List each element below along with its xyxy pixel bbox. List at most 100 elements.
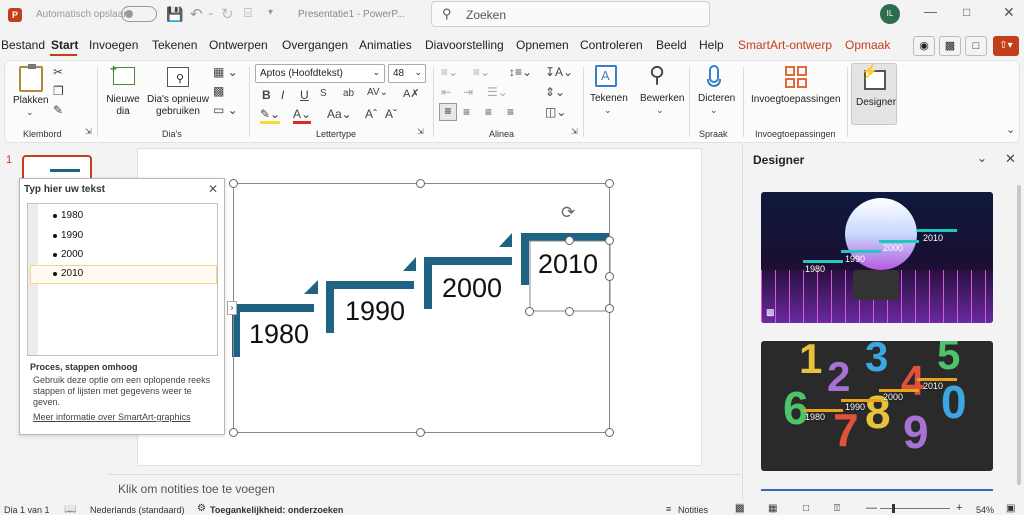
notes-toggle[interactable]: Notities [678, 505, 708, 515]
copy-icon[interactable]: ❐ [53, 84, 64, 98]
decrease-font-icon[interactable]: Aˇ [385, 107, 397, 121]
text-pane-editor[interactable]: 1980 1990 2000 2010 [27, 203, 218, 356]
design-idea-card-2[interactable]: 1 2 3 4 5 6 7 8 9 0 1980 1990 2000 2010 [761, 341, 993, 471]
tab-help[interactable]: Help [699, 38, 724, 52]
tab-overgangen[interactable]: Overgangen [282, 38, 348, 52]
bold-icon[interactable]: B [262, 88, 271, 102]
shape-handle[interactable] [605, 272, 614, 281]
design-idea-card-3[interactable] [761, 489, 993, 500]
resize-handle[interactable] [416, 179, 425, 188]
teams-button[interactable]: ▩ [939, 36, 961, 56]
resize-handle[interactable] [605, 428, 614, 437]
section-icon[interactable]: ▭ ⌄ [213, 103, 238, 117]
new-slide-button[interactable]: Nieuwe dia [105, 94, 141, 118]
shadow-icon[interactable]: ab [343, 88, 354, 99]
find-icon[interactable]: ⚲ [649, 62, 665, 88]
indent-increase-icon[interactable]: ⇥ [463, 85, 473, 99]
comments-button[interactable]: □ [965, 36, 987, 56]
clear-format-icon[interactable]: A✗ [403, 87, 420, 100]
reuse-slides-icon[interactable]: ⚲ [167, 67, 189, 87]
collapse-ribbon-icon[interactable]: ⌄ [1006, 123, 1015, 136]
designer-scrollbar[interactable] [1017, 185, 1021, 485]
justify-icon[interactable]: ≡ [507, 105, 514, 119]
underline-icon[interactable]: U [300, 88, 309, 102]
text-direction-icon[interactable]: ↧A⌄ [545, 65, 573, 79]
new-slide-icon[interactable]: + [110, 62, 135, 85]
convert-smartart-icon[interactable]: ◫⌄ [545, 105, 566, 119]
font-name-select[interactable]: Aptos (Hoofdtekst) ⌄ [255, 64, 385, 83]
indent-decrease-icon[interactable]: ⇤ [441, 85, 451, 99]
close-icon[interactable]: ✕ [208, 182, 218, 196]
zoom-level[interactable]: 54% [976, 505, 994, 515]
text-pane-toggle[interactable]: › [227, 301, 237, 315]
layout-icon[interactable]: ▦ ⌄ [213, 65, 238, 79]
tab-tekenen[interactable]: Tekenen [152, 38, 197, 52]
edit-dropdown-icon[interactable]: ⌄ [656, 105, 664, 116]
customize-qat-icon[interactable]: ▾ [268, 7, 273, 18]
format-painter-icon[interactable]: ✎ [53, 103, 63, 117]
font-size-select[interactable]: 48 ⌄ [388, 64, 426, 83]
bullets-icon[interactable]: ≡⌄ [441, 65, 458, 79]
slide-sorter-icon[interactable]: ▦ [768, 503, 777, 514]
more-info-link[interactable]: Meer informatie over SmartArt-graphics [33, 412, 191, 422]
text-item-2010[interactable]: 2010 [52, 268, 83, 279]
minimize-icon[interactable]: — [924, 4, 937, 19]
save-icon[interactable]: 💾 [166, 6, 183, 23]
paragraph-launcher-icon[interactable]: ⇲ [571, 127, 578, 136]
shape-handle[interactable] [525, 307, 534, 316]
close-icon[interactable]: ✕ [1005, 151, 1016, 167]
reuse-slides-button[interactable]: Dia's opnieuw gebruiken [144, 94, 212, 118]
close-window-icon[interactable]: ✕ [1003, 4, 1015, 21]
spelling-icon[interactable]: 📖 [64, 504, 76, 515]
align-center-icon[interactable]: ≡ [463, 105, 470, 119]
italic-icon[interactable]: I [281, 88, 284, 102]
char-spacing-icon[interactable]: AV⌄ [367, 87, 388, 98]
language-status[interactable]: Nederlands (standaard) [90, 505, 185, 515]
tab-start[interactable]: Start [51, 38, 78, 52]
designer-button[interactable]: ⚡ Designer [851, 63, 897, 125]
draw-dropdown-icon[interactable]: ⌄ [604, 105, 612, 116]
shape-handle[interactable] [605, 236, 614, 245]
increase-font-icon[interactable]: Aˆ [365, 107, 377, 121]
autosave-toggle[interactable] [121, 6, 157, 22]
share-button[interactable]: ⇧▾ [993, 36, 1019, 56]
reset-icon[interactable]: ▩ [213, 84, 224, 98]
undo-icon[interactable]: ↶ [190, 5, 203, 23]
addins-button[interactable]: Invoegtoepassingen [751, 94, 841, 106]
accessibility-status[interactable]: Toegankelijkheid: onderzoeken [210, 505, 343, 515]
align-left-button[interactable]: ≡ [439, 103, 457, 121]
tab-animaties[interactable]: Animaties [359, 38, 412, 52]
tab-smartart-ontwerp[interactable]: SmartArt-ontwerp [738, 38, 832, 52]
tab-beeld[interactable]: Beeld [656, 38, 687, 52]
font-launcher-icon[interactable]: ⇲ [417, 127, 424, 136]
paste-button[interactable]: Plakken [13, 95, 49, 107]
rotate-handle-icon[interactable]: ⟳ [561, 203, 575, 223]
cut-icon[interactable]: ✂ [53, 65, 63, 79]
maximize-icon[interactable]: □ [963, 5, 970, 19]
tab-ontwerpen[interactable]: Ontwerpen [209, 38, 268, 52]
paste-icon[interactable] [19, 64, 43, 92]
draw-shapes-icon[interactable]: A [595, 65, 617, 87]
pane-options-icon[interactable]: ⌄ [977, 151, 987, 165]
resize-handle[interactable] [605, 179, 614, 188]
change-case-icon[interactable]: Aa⌄ [327, 107, 352, 121]
shape-handle[interactable] [565, 307, 574, 316]
text-item-1990[interactable]: 1990 [52, 230, 83, 241]
normal-view-icon[interactable]: ▩ [735, 503, 745, 514]
user-avatar[interactable]: IL [880, 4, 900, 24]
numbering-icon[interactable]: ≡⌄ [473, 65, 490, 79]
slideshow-icon[interactable]: ⌸ [244, 5, 252, 21]
presenter-view-icon[interactable]: ⍔ [834, 503, 840, 514]
zoom-out-icon[interactable]: — [866, 502, 877, 514]
record-button[interactable]: ◉ [913, 36, 935, 56]
text-item-2000[interactable]: 2000 [52, 249, 83, 260]
zoom-in-icon[interactable]: + [956, 502, 962, 514]
dictate-button[interactable]: Dicteren [698, 93, 735, 105]
edit-button[interactable]: Bewerken [640, 93, 684, 105]
tab-controleren[interactable]: Controleren [580, 38, 643, 52]
undo-dropdown-icon[interactable]: ⌄ [207, 7, 215, 18]
resize-handle[interactable] [416, 428, 425, 437]
tab-diavoorstelling[interactable]: Diavoorstelling [425, 38, 504, 52]
tab-invoegen[interactable]: Invoegen [89, 38, 138, 52]
search-box[interactable]: ⚲ Zoeken [431, 1, 710, 27]
